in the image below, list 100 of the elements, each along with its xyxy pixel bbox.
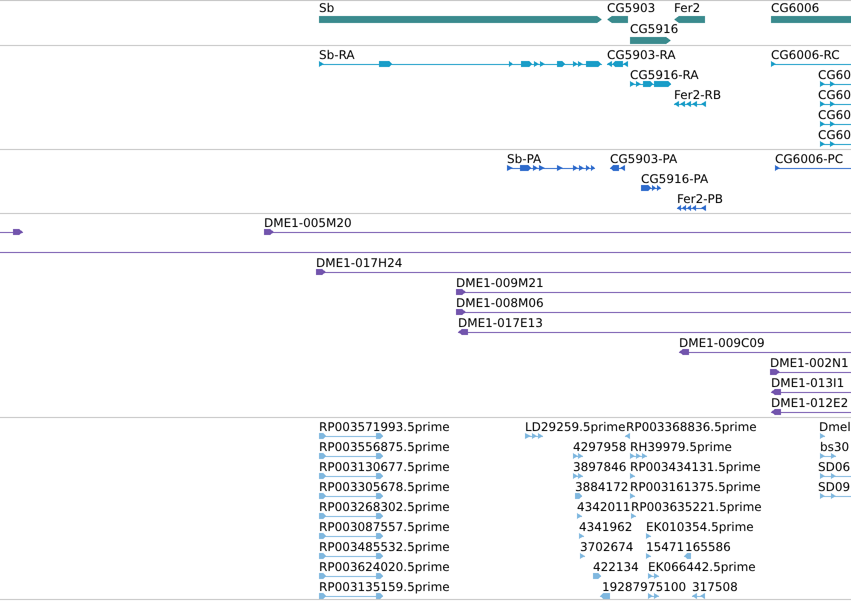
est-glyph[interactable] xyxy=(648,593,659,599)
transcript-glyph[interactable] xyxy=(820,101,851,107)
transcript-glyph[interactable] xyxy=(630,81,671,87)
clone-glyph[interactable] xyxy=(0,249,851,255)
est-glyph[interactable] xyxy=(580,553,585,559)
est-glyph[interactable] xyxy=(648,573,659,579)
est-glyph[interactable] xyxy=(319,533,383,539)
est-glyph[interactable] xyxy=(319,453,383,459)
est-glyph[interactable] xyxy=(573,473,583,479)
est-glyph[interactable] xyxy=(820,473,851,479)
feature-label: RP003368836.5prime xyxy=(626,420,757,434)
gene-bar[interactable] xyxy=(674,16,705,23)
gene-bar[interactable] xyxy=(607,16,628,23)
est-glyph[interactable] xyxy=(575,493,582,499)
clone-glyph[interactable] xyxy=(679,349,851,355)
feature-label: Sb-RA xyxy=(319,48,355,62)
transcript-glyph[interactable] xyxy=(820,81,851,87)
est-glyph[interactable] xyxy=(820,453,836,459)
feature-label: RP003556875.5prime xyxy=(319,440,450,454)
protein-glyph[interactable] xyxy=(641,185,661,191)
est-glyph[interactable] xyxy=(319,513,383,519)
feature-label: RP003135159.5prime xyxy=(319,580,450,594)
feature-label: 317508 xyxy=(692,580,738,594)
feature-label: 4297958 xyxy=(573,440,626,454)
feature-label: RP003624020.5prime xyxy=(319,560,450,574)
protein-glyph[interactable] xyxy=(507,165,595,171)
est-glyph[interactable] xyxy=(319,473,383,479)
est-glyph[interactable] xyxy=(820,433,825,439)
est-glyph[interactable] xyxy=(579,533,584,539)
est-glyph[interactable] xyxy=(630,473,635,479)
feature-label: CG6006-RC xyxy=(771,48,840,62)
est-glyph[interactable] xyxy=(577,513,582,519)
est-glyph[interactable] xyxy=(319,553,383,559)
clone-glyph[interactable] xyxy=(0,229,23,235)
feature-label: RP003635221.5prime xyxy=(631,500,762,514)
est-glyph[interactable] xyxy=(625,433,630,439)
feature-label: CG60 xyxy=(818,128,851,142)
feature-label: CG6006 xyxy=(771,1,820,15)
clone-glyph[interactable] xyxy=(771,389,851,395)
transcript-glyph[interactable] xyxy=(771,61,851,67)
feature-label: 3897846 xyxy=(573,460,626,474)
protein-glyph[interactable] xyxy=(677,205,706,211)
est-glyph[interactable] xyxy=(319,493,383,499)
feature-label: 3702674 xyxy=(580,540,634,554)
feature-label: 192879 xyxy=(602,580,648,594)
feature-label: 75100 xyxy=(648,580,686,594)
est-glyph[interactable] xyxy=(646,553,651,559)
feature-label: DME1-005M20 xyxy=(264,216,352,230)
feature-label: CG5903 xyxy=(607,1,656,15)
est-glyph[interactable] xyxy=(593,573,601,579)
clone-glyph[interactable] xyxy=(458,329,851,335)
clone-glyph[interactable] xyxy=(771,409,851,415)
feature-label: RP003485532.5prime xyxy=(319,540,450,554)
est-glyph[interactable] xyxy=(600,593,610,599)
clone-glyph[interactable] xyxy=(264,229,851,235)
clone-glyph[interactable] xyxy=(456,289,851,295)
clone-glyph[interactable] xyxy=(316,269,851,275)
feature-label: CG5916-RA xyxy=(630,68,699,82)
gene-bar[interactable] xyxy=(630,37,671,44)
est-glyph[interactable] xyxy=(684,553,691,559)
clone-glyph[interactable] xyxy=(770,369,851,375)
est-glyph[interactable] xyxy=(820,493,851,499)
feature-label: CG60 xyxy=(818,108,851,122)
est-glyph[interactable] xyxy=(319,433,383,439)
transcript-glyph[interactable] xyxy=(674,101,706,107)
protein-glyph[interactable] xyxy=(610,165,625,171)
est-glyph[interactable] xyxy=(646,533,651,539)
feature-label: RP003434131.5prime xyxy=(630,460,761,474)
feature-label: CG5916-PA xyxy=(641,172,708,186)
feature-label: LD29259.5prime xyxy=(525,420,626,434)
feature-label: 15471 xyxy=(646,540,684,554)
clone-glyph[interactable] xyxy=(456,309,851,315)
est-glyph[interactable] xyxy=(692,593,705,599)
feature-label: DME1-017H24 xyxy=(316,256,402,270)
feature-label: 4341962 xyxy=(579,520,632,534)
feature-label: CG5916 xyxy=(630,22,678,36)
feature-label: CG6006-PC xyxy=(775,152,844,166)
protein-glyph[interactable] xyxy=(775,165,851,171)
feature-label: Dmel xyxy=(819,420,851,434)
feature-label: RH39979.5prime xyxy=(630,440,732,454)
est-glyph[interactable] xyxy=(631,513,636,519)
est-glyph[interactable] xyxy=(319,573,383,579)
est-glyph[interactable] xyxy=(319,593,383,599)
feature-label: 4342011 xyxy=(577,500,630,514)
est-glyph[interactable] xyxy=(630,453,647,459)
transcript-glyph[interactable] xyxy=(820,141,851,147)
est-glyph[interactable] xyxy=(573,453,583,459)
feature-label: CG60 xyxy=(818,68,851,82)
transcript-glyph[interactable] xyxy=(820,121,851,127)
est-glyph[interactable] xyxy=(630,493,635,499)
transcript-glyph[interactable] xyxy=(607,61,628,67)
feature-label: RP003571993.5prime xyxy=(319,420,450,434)
feature-label: DME1-013I1 xyxy=(771,376,844,390)
feature-label: Sb-PA xyxy=(507,152,542,166)
feature-label: RP003161375.5prime xyxy=(630,480,761,494)
feature-label: Sb xyxy=(319,1,334,15)
feature-label: CG60 xyxy=(818,88,851,102)
feature-label: Fer2-RB xyxy=(674,88,722,102)
est-glyph[interactable] xyxy=(525,433,543,439)
transcript-glyph[interactable] xyxy=(319,61,602,67)
